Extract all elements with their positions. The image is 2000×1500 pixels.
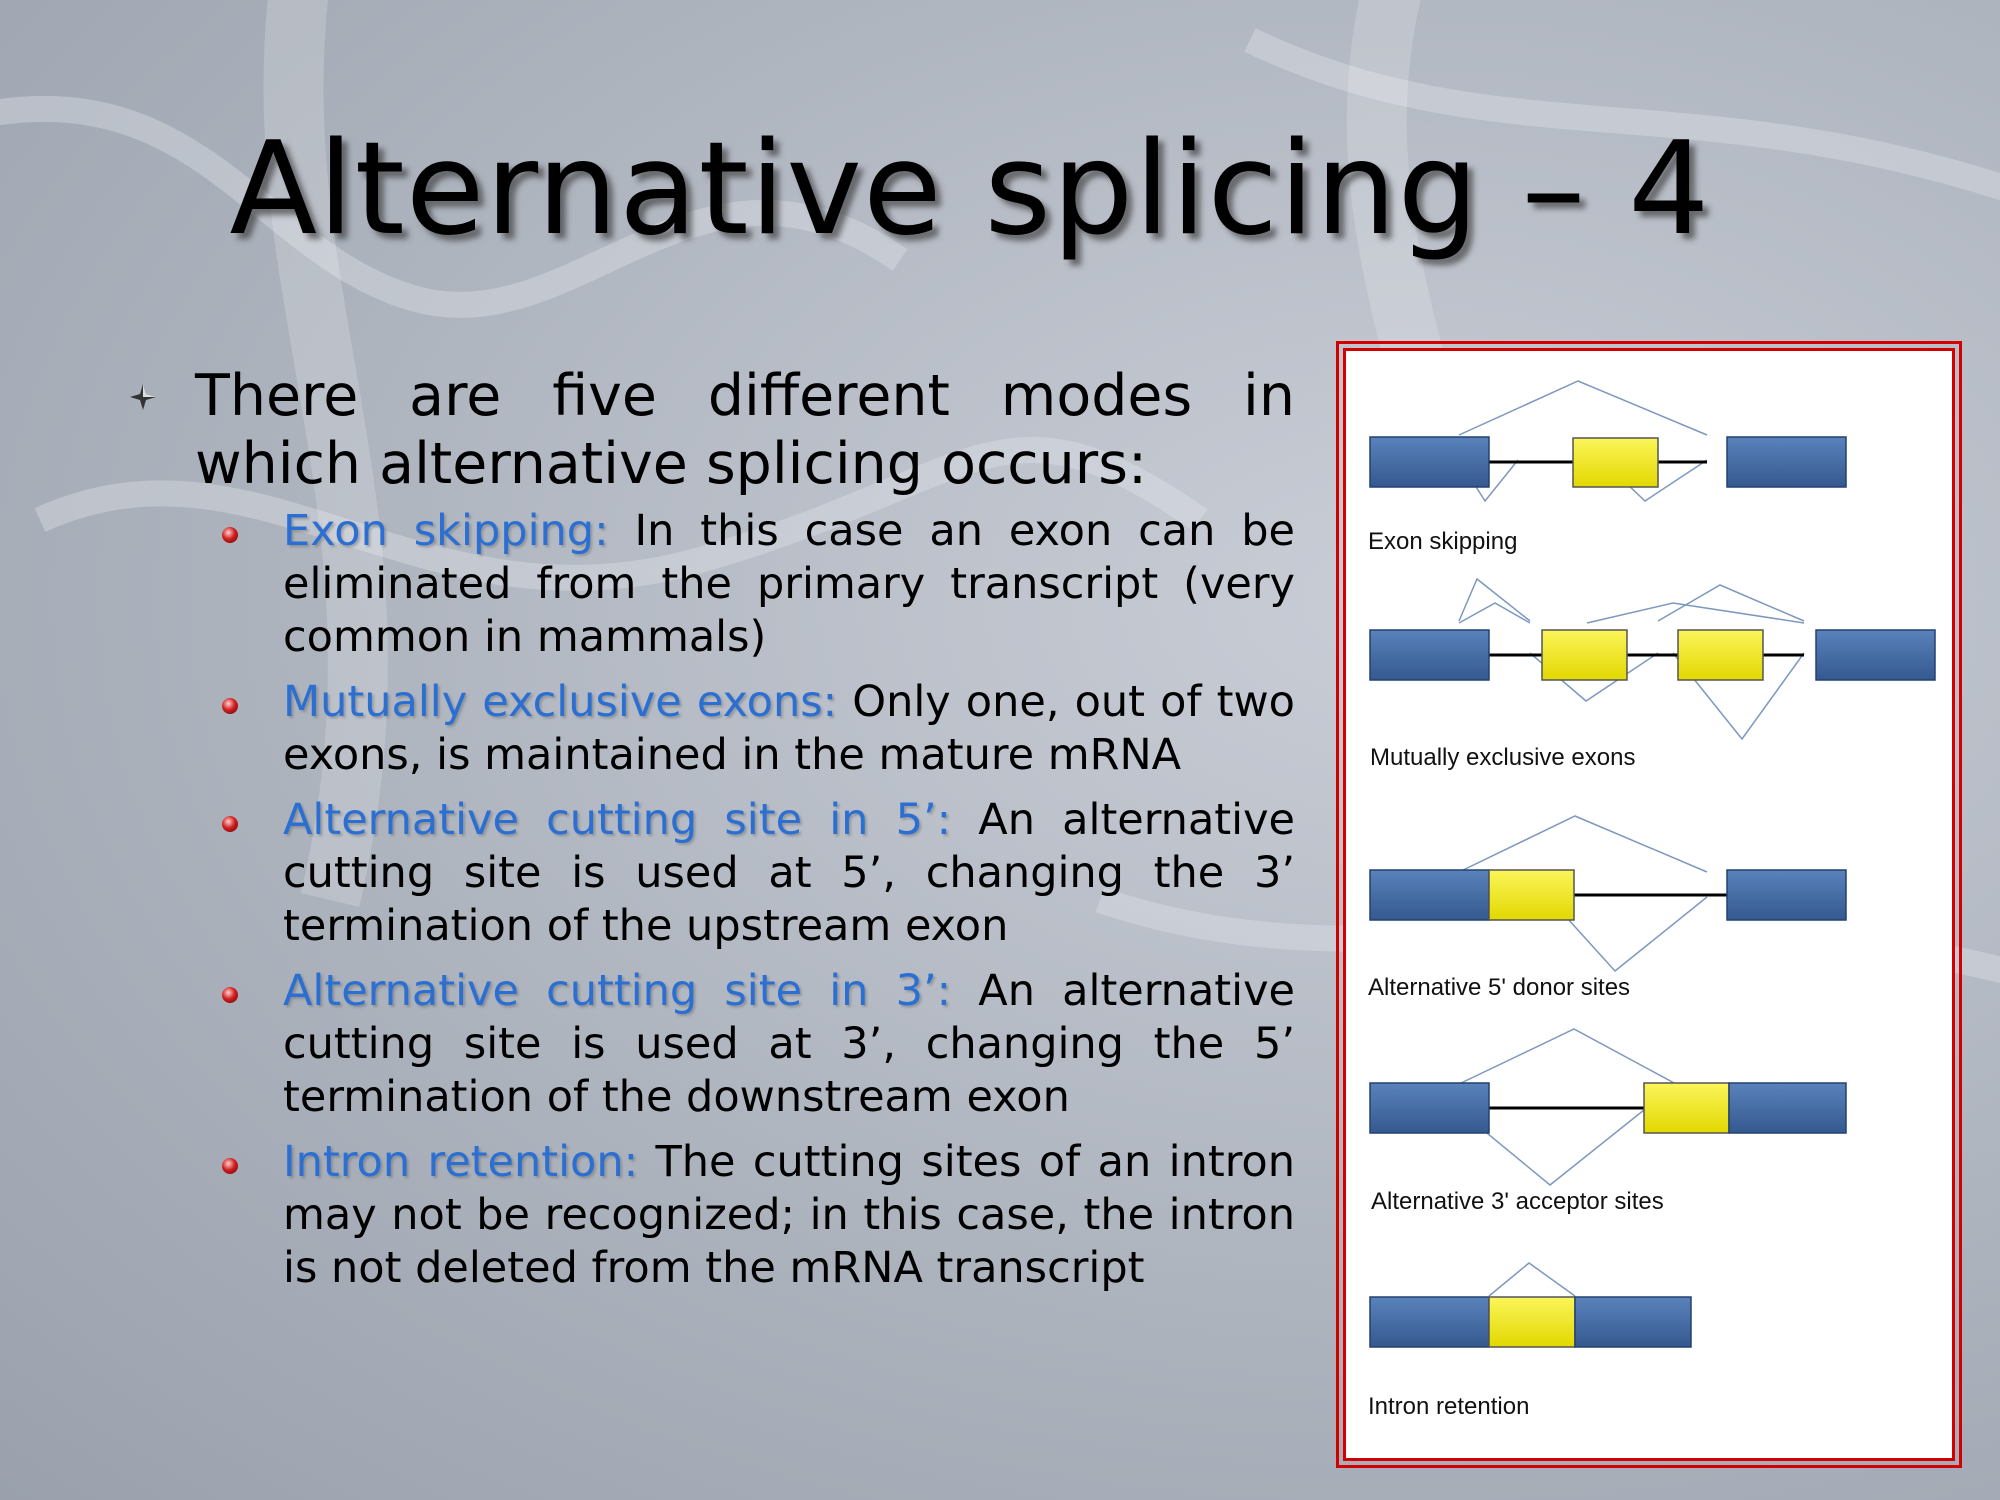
- sub-bullet-list: Exon skipping: In this case an exon can …: [215, 505, 1295, 1307]
- term: Mutually exclusive exons:: [283, 677, 838, 727]
- alternative-5-donor-diagram: [1369, 815, 1847, 973]
- red-bullet-icon: [222, 1158, 238, 1174]
- term: Intron retention:: [283, 1137, 639, 1187]
- term: Exon skipping:: [283, 506, 609, 556]
- main-bullet-text: There are five different modes in which …: [195, 363, 1295, 497]
- term: Alternative cutting site in 5’:: [283, 795, 952, 845]
- list-item: Intron retention: The cutting sites of a…: [215, 1136, 1295, 1295]
- red-bullet-icon: [222, 527, 238, 543]
- mutually-exclusive-exons-diagram: [1369, 577, 1936, 741]
- figure-label: Mutually exclusive exons: [1370, 744, 1636, 771]
- list-item: Exon skipping: In this case an exon can …: [215, 505, 1295, 664]
- exon-skipping-diagram: [1369, 380, 1847, 503]
- list-item: Alternative cutting site in 5’: An alter…: [215, 794, 1295, 953]
- figure-label: Alternative 3' acceptor sites: [1371, 1188, 1664, 1215]
- term: Alternative cutting site in 3’:: [283, 966, 952, 1016]
- splicing-figure: Exon skipping Mutually exclusive exons A…: [1336, 341, 1962, 1468]
- alternative-3-acceptor-diagram: [1369, 1028, 1847, 1186]
- figure-label: Intron retention: [1368, 1393, 1530, 1420]
- list-item: Alternative cutting site in 3’: An alter…: [215, 965, 1295, 1124]
- figure-label: Alternative 5' donor sites: [1368, 974, 1631, 1001]
- red-bullet-icon: [222, 816, 238, 832]
- four-point-star-icon: [130, 384, 156, 410]
- figure-label: Exon skipping: [1368, 528, 1518, 555]
- main-bullet: There are five different modes in which …: [130, 362, 1295, 498]
- list-item: Mutually exclusive exons: Only one, out …: [215, 676, 1295, 782]
- red-bullet-icon: [222, 698, 238, 714]
- splicing-diagram: [1369, 380, 1936, 1348]
- red-bullet-icon: [222, 987, 238, 1003]
- intron-retention-diagram: [1369, 1262, 1692, 1348]
- slide-title: Alternative splicing – 4: [229, 115, 1711, 264]
